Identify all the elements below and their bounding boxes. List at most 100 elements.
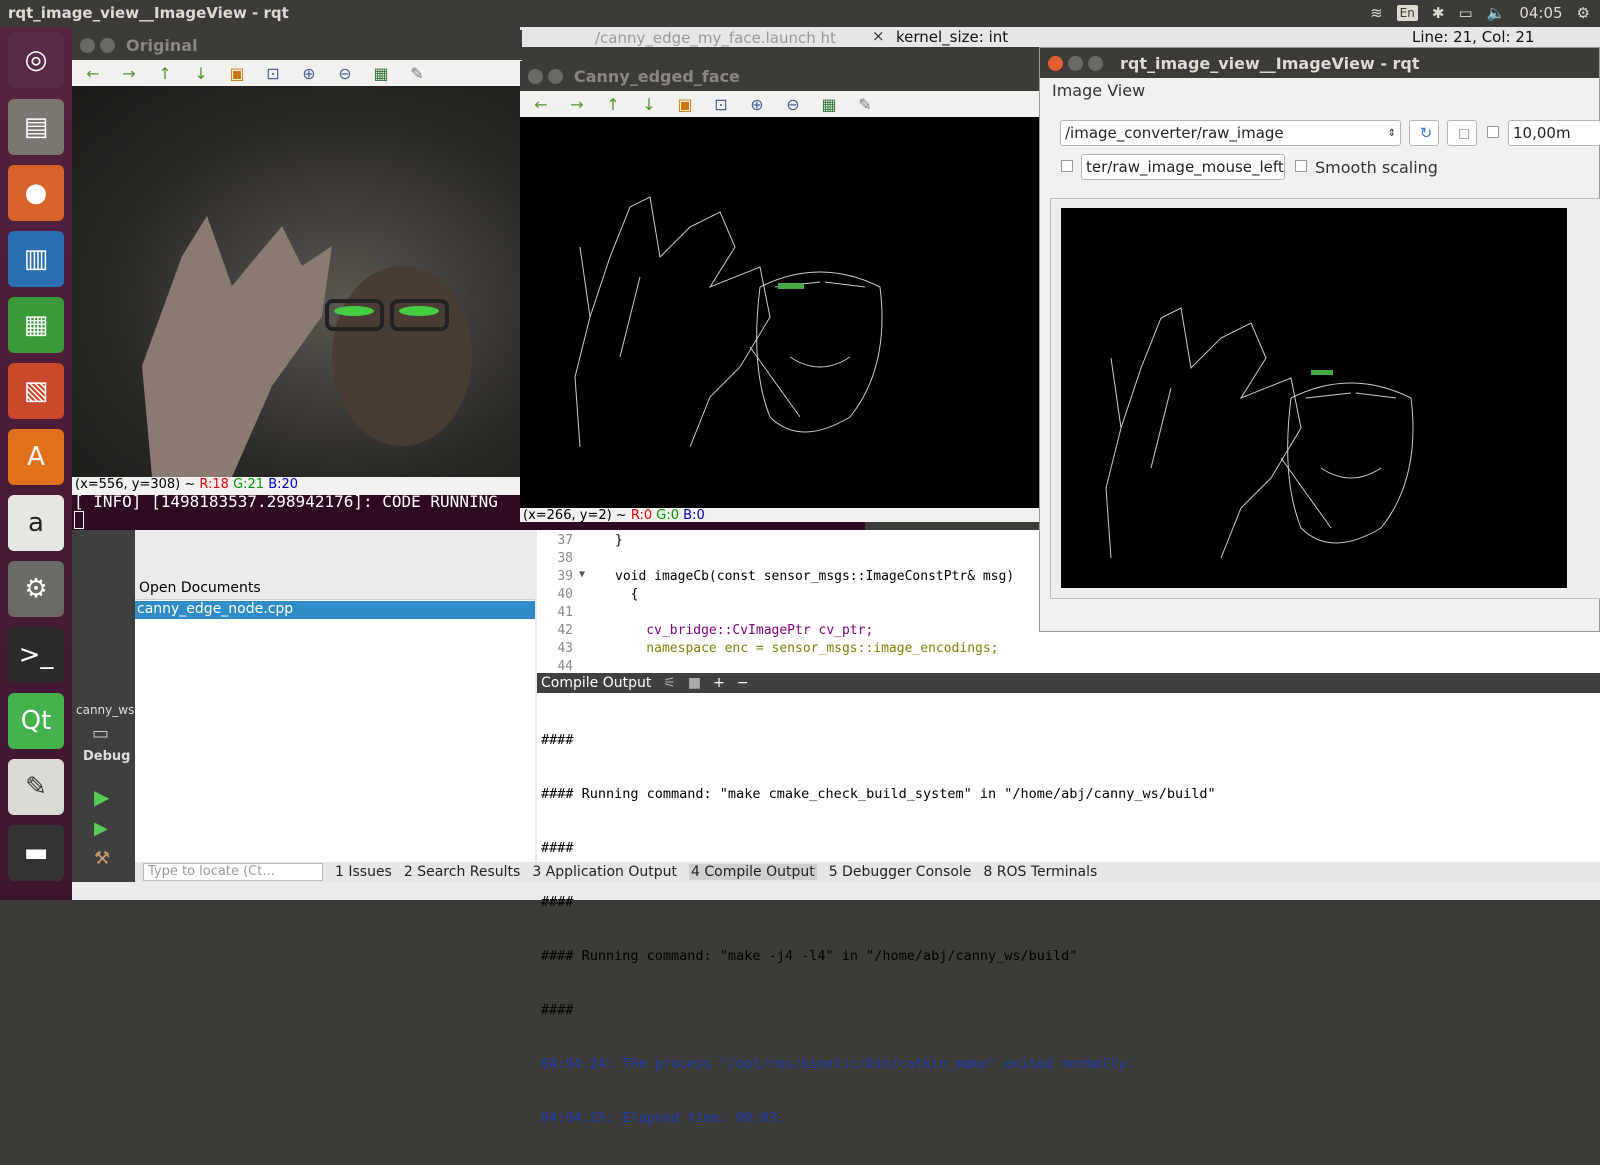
canny-status-bar: (x=266, y=2) ~ R:0 G:0 B:0 (520, 508, 1040, 522)
image-icon[interactable]: ▣ (674, 95, 696, 114)
image-icon[interactable]: ▣ (226, 64, 248, 83)
stop-icon[interactable]: ■ (688, 675, 701, 691)
code-line: namespace enc = sensor_msgs::image_encod… (615, 641, 999, 656)
minimize-icon[interactable] (100, 37, 115, 53)
writer-icon[interactable]: ▥ (8, 231, 64, 287)
back-arrow-icon[interactable]: ← (82, 64, 104, 83)
tab-application-output[interactable]: 3 Application Output (532, 864, 677, 880)
battery-icon[interactable]: ▭ (1458, 4, 1472, 22)
glasses-highlight (1311, 370, 1333, 375)
rate-field[interactable]: 10,00m (1508, 120, 1600, 146)
compile-output-text[interactable]: #### #### Running command: "make cmake_c… (537, 693, 1600, 1165)
document-item[interactable]: canny_edge_node.cpp (135, 601, 535, 619)
qt-icon[interactable]: Qt (8, 693, 64, 749)
project-name[interactable]: canny_ws (76, 703, 134, 717)
open-documents-header[interactable]: Open Documents (135, 580, 535, 600)
refresh-icon: ↻ (1419, 124, 1433, 142)
plus-icon[interactable]: + (713, 675, 725, 691)
filter-icon[interactable]: ⚟ (663, 675, 676, 691)
wifi-icon[interactable]: ≋ (1370, 4, 1383, 22)
zoom-out-icon[interactable]: ⊖ (782, 95, 804, 114)
files-icon[interactable]: ▤ (8, 99, 64, 155)
maximize-icon[interactable] (1088, 55, 1103, 71)
save-icon[interactable]: ▦ (818, 95, 840, 114)
zoom-fit-icon[interactable]: ⊡ (710, 95, 732, 114)
build-mode-label[interactable]: Debug (83, 749, 130, 764)
minus-icon[interactable]: − (737, 675, 749, 691)
tab-issues[interactable]: 1 Issues (335, 864, 392, 880)
impress-icon[interactable]: ▧ (8, 363, 64, 419)
back-arrow-icon[interactable]: ← (530, 95, 552, 114)
terminal-icon[interactable]: >_ (8, 627, 64, 683)
screen-icon[interactable]: ▬ (8, 825, 64, 881)
close-icon[interactable] (80, 37, 95, 53)
forward-arrow-icon[interactable]: → (566, 95, 588, 114)
monitor-icon[interactable]: ▭ (92, 723, 109, 744)
minimize-icon[interactable] (1068, 55, 1083, 71)
keyboard-layout-indicator[interactable]: En (1396, 5, 1418, 21)
software-center-icon[interactable]: A (8, 429, 64, 485)
zoom-button[interactable]: ◻ (1447, 120, 1477, 146)
zoom-in-icon[interactable]: ⊕ (298, 64, 320, 83)
compile-output-pane: Compile Output ⚟ ■ + − #### #### Running… (537, 673, 1600, 1126)
up-arrow-icon[interactable]: ↑ (602, 95, 624, 114)
zoom-fit-icon[interactable]: ⊡ (262, 64, 284, 83)
pixel-blue: B:20 (268, 477, 299, 492)
compile-output-title: Compile Output (541, 675, 652, 691)
settings-icon[interactable]: ✎ (406, 64, 428, 83)
webcam-image[interactable] (72, 86, 522, 477)
zoom-in-icon[interactable]: ⊕ (746, 95, 768, 114)
close-icon[interactable] (528, 68, 543, 84)
canny-edge-image[interactable] (520, 117, 1040, 508)
gear-icon[interactable]: ⚙ (1577, 4, 1590, 22)
calc-icon[interactable]: ▦ (8, 297, 64, 353)
close-icon[interactable] (1048, 55, 1063, 71)
minimize-icon[interactable] (548, 68, 563, 84)
bluetooth-icon[interactable]: ✱ (1432, 4, 1445, 22)
rqt-titlebar: rqt_image_view__ImageView - rqt (1040, 48, 1599, 78)
text-editor-icon[interactable]: ✎ (8, 759, 64, 815)
tab-compile-output[interactable]: 4 Compile Output (689, 864, 817, 880)
pixel-blue: B:0 (683, 508, 705, 522)
volume-icon[interactable]: 🔈 (1487, 4, 1506, 22)
mouse-topic-input[interactable]: ter/raw_image_mouse_left (1081, 154, 1285, 180)
forward-arrow-icon[interactable]: → (118, 64, 140, 83)
pixel-green: G:21 (233, 477, 265, 492)
save-icon[interactable]: ▦ (370, 64, 392, 83)
hammer-icon[interactable]: ⚒ (94, 848, 110, 869)
smooth-scaling-label: Smooth scaling (1315, 158, 1438, 177)
amazon-icon[interactable]: a (8, 495, 64, 551)
zoom-out-icon[interactable]: ⊖ (334, 64, 356, 83)
settings-icon[interactable]: ⚙ (8, 561, 64, 617)
output-line: #### (541, 840, 574, 856)
down-arrow-icon[interactable]: ↓ (638, 95, 660, 114)
ubuntu-icon[interactable]: ◎ (8, 32, 64, 88)
tab-debugger-console[interactable]: 5 Debugger Console (829, 864, 972, 880)
output-line: #### (541, 732, 574, 748)
firefox-icon[interactable]: ● (8, 165, 64, 221)
run-icon[interactable]: ▶ (94, 785, 109, 809)
plugin-title[interactable]: Image View (1052, 81, 1145, 100)
code-line: { (615, 587, 639, 602)
up-arrow-icon[interactable]: ↑ (154, 64, 176, 83)
tab-search-results[interactable]: 2 Search Results (404, 864, 520, 880)
settings-icon[interactable]: ✎ (854, 95, 876, 114)
debug-run-icon[interactable]: ▶ (94, 818, 108, 839)
zoom-checkbox[interactable] (1487, 126, 1499, 138)
tab-ros-terminals[interactable]: 8 ROS Terminals (983, 864, 1097, 880)
compile-output-header: Compile Output ⚟ ■ + − (537, 673, 1600, 693)
refresh-button[interactable]: ↻ (1409, 120, 1439, 146)
down-arrow-icon[interactable]: ↓ (190, 64, 212, 83)
clock[interactable]: 04:05 (1519, 4, 1562, 22)
fold-arrow-icon[interactable]: ▼ (579, 569, 585, 580)
launch-file-title[interactable]: /canny_edge_my_face.launch ht (595, 29, 836, 47)
mouse-publish-checkbox[interactable] (1061, 160, 1073, 172)
chevron-down-icon: ⇕ (1387, 127, 1396, 139)
locate-input[interactable]: Type to locate (Ct... (143, 863, 323, 881)
smooth-scaling-checkbox[interactable] (1295, 160, 1307, 172)
topic-select[interactable]: /image_converter/raw_image ⇕ (1060, 120, 1401, 146)
close-icon[interactable]: × (872, 27, 885, 45)
rqt-image[interactable] (1061, 208, 1567, 588)
top-panel: rqt_image_view__ImageView - rqt ≋ En ✱ ▭… (0, 0, 1600, 27)
original-titlebar: Original (72, 30, 522, 60)
